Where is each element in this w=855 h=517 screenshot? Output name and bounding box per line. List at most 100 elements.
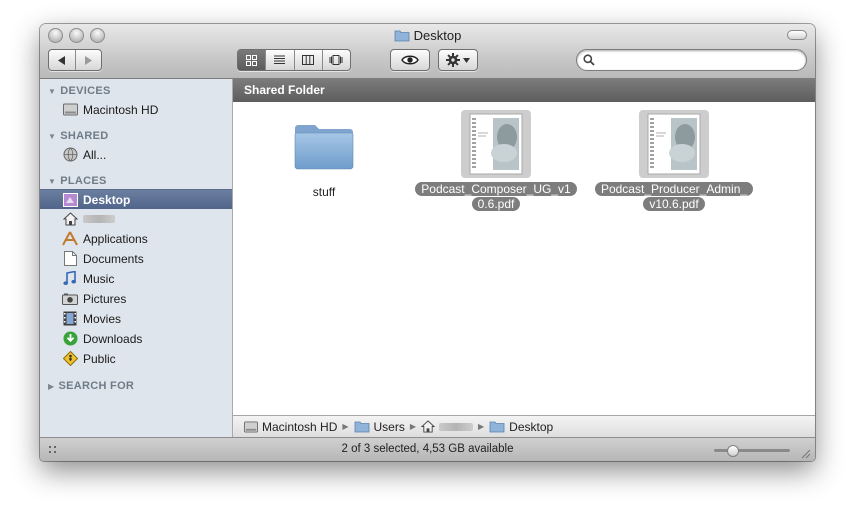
path-segment-macintosh-hd[interactable]: Macintosh HD [244, 420, 337, 434]
section-shared-label: SHARED [60, 130, 109, 142]
folder-icon [354, 421, 369, 433]
sidebar-item-label: Pictures [83, 291, 127, 306]
folder-icon [489, 421, 505, 433]
column-view-button[interactable] [293, 50, 322, 70]
title-bar[interactable]: Desktop [40, 24, 815, 79]
pdf-thumbnail-icon [461, 110, 531, 178]
window-title-text: Desktop [413, 28, 462, 43]
section-shared[interactable]: ▼ SHARED [48, 130, 108, 142]
back-forward-group [48, 49, 102, 71]
sidebar: ▼ DEVICES Macintosh HD ▼ SHARED All... ▼ PL… [40, 79, 233, 437]
column-view-icon [302, 55, 315, 65]
path-segment-desktop[interactable]: Desktop [489, 420, 553, 434]
sidebar-item-label: Music [83, 271, 115, 286]
list-view-icon [274, 55, 286, 64]
sidebar-item-label: Macintosh HD [83, 102, 159, 117]
path-segment-users[interactable]: Users [354, 420, 405, 434]
path-segment-label: Desktop [509, 419, 554, 434]
sidebar-item-label: Public [83, 351, 116, 366]
icon-view-icon [246, 54, 258, 66]
file-browser: Shared Folder stuff Podcast_Composer_UG_… [233, 79, 815, 437]
folder-icon [394, 29, 410, 45]
music-icon [62, 271, 78, 287]
toolbar-toggle-button[interactable] [787, 30, 807, 40]
file-name: stuff [312, 185, 336, 199]
redacted-username [83, 214, 115, 223]
disclosure-triangle-collapsed-icon[interactable]: ▶ [48, 382, 54, 391]
sidebar-item-public[interactable]: Public [40, 349, 232, 368]
list-view-button[interactable] [265, 50, 293, 70]
path-separator-icon: ▶ [342, 422, 349, 431]
disclosure-triangle-icon[interactable]: ▼ [48, 87, 56, 96]
redacted-username [439, 422, 474, 431]
path-separator-icon: ▶ [478, 422, 485, 431]
sidebar-item-desktop[interactable]: Desktop [40, 189, 232, 209]
disclosure-triangle-icon[interactable]: ▼ [48, 177, 56, 186]
view-mode-group [237, 49, 351, 71]
section-devices[interactable]: ▼ DEVICES [48, 85, 111, 97]
section-search-for[interactable]: ▶ SEARCH FOR [48, 380, 134, 392]
window-title: Desktop [40, 28, 815, 45]
path-bar: Macintosh HD ▶ Users ▶ ▶ Desktop [233, 415, 815, 437]
movies-icon [62, 311, 78, 327]
gear-icon [446, 53, 460, 67]
desktop-icon [62, 192, 78, 208]
section-places-label: PLACES [60, 175, 107, 187]
back-button[interactable] [49, 50, 75, 70]
sidebar-item-movies[interactable]: Movies [40, 309, 232, 328]
sidebar-item-pictures[interactable]: Pictures [40, 289, 232, 308]
sidebar-item-downloads[interactable]: Downloads [40, 329, 232, 348]
eye-icon [401, 55, 419, 65]
sidebar-item-label: All... [83, 147, 107, 162]
forward-button[interactable] [74, 50, 102, 70]
sidebar-item-documents[interactable]: Documents [40, 249, 232, 268]
chevron-down-icon [463, 57, 470, 63]
action-menu-button[interactable] [438, 49, 478, 71]
sidebar-item-macintosh-hd[interactable]: Macintosh HD [40, 100, 232, 119]
status-bar: 2 of 3 selected, 4,53 GB available [40, 437, 815, 461]
sidebar-item-label: Movies [83, 311, 122, 326]
coverflow-view-button[interactable] [321, 50, 350, 70]
sidebar-item-label: Downloads [83, 331, 143, 346]
coverflow-view-icon [329, 55, 343, 65]
pictures-icon [62, 291, 78, 307]
sidebar-item-applications[interactable]: Applications [40, 229, 232, 248]
path-separator-icon: ▶ [409, 422, 417, 431]
search-input[interactable] [599, 52, 803, 69]
public-icon [62, 351, 78, 367]
sidebar-item-label: Documents [83, 251, 144, 266]
quick-look-button[interactable] [390, 49, 430, 71]
hard-drive-icon [62, 102, 78, 118]
sidebar-item-all[interactable]: All... [40, 145, 232, 164]
icon-size-slider[interactable] [714, 445, 790, 457]
sidebar-item-home[interactable] [40, 209, 232, 228]
hard-drive-icon [244, 420, 258, 433]
icon-view-button[interactable] [238, 50, 266, 70]
file-item-podcast-producer-admin[interactable]: Podcast_Producer_Admin_ v10.6.pdf [589, 110, 759, 212]
file-name: Podcast_Producer_Admin_ v10.6.pdf [594, 182, 754, 212]
section-devices-label: DEVICES [60, 85, 111, 97]
search-icon [583, 54, 595, 66]
file-name: Podcast_Composer_UG_v1 0.6.pdf [415, 182, 577, 212]
file-item-podcast-composer-ug[interactable]: Podcast_Composer_UG_v1 0.6.pdf [411, 110, 581, 212]
home-icon [62, 211, 78, 227]
disclosure-triangle-icon[interactable]: ▼ [48, 132, 56, 141]
pdf-thumbnail-icon [639, 110, 709, 178]
slider-knob[interactable] [727, 445, 739, 457]
file-item-stuff[interactable]: stuff [239, 113, 409, 200]
status-text: 2 of 3 selected, 4,53 GB available [341, 443, 514, 455]
sidebar-item-label: Desktop [83, 192, 131, 207]
path-segment-label: Users [373, 419, 405, 434]
search-field[interactable] [576, 49, 807, 71]
home-icon [421, 420, 436, 433]
path-segment-home[interactable] [421, 420, 474, 433]
section-places[interactable]: ▼ PLACES [48, 175, 107, 187]
documents-icon [62, 251, 78, 267]
downloads-icon [62, 331, 78, 347]
sidebar-item-music[interactable]: Music [40, 269, 232, 288]
applications-icon [62, 231, 78, 247]
window-resize-icon[interactable] [800, 448, 811, 459]
content-header: Shared Folder [233, 79, 815, 102]
forward-arrow-icon [85, 55, 93, 65]
back-arrow-icon [57, 55, 65, 65]
